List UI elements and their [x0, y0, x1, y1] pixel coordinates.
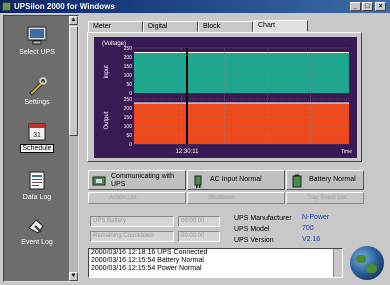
- svg-text:31: 31: [33, 132, 41, 139]
- event-log-list[interactable]: 2000/03/16 12:18:16 UPS Connected 2000/0…: [88, 248, 343, 278]
- y-tick-label: 200: [124, 106, 133, 112]
- remaining-countdown-field: Remaining Countdown: [90, 231, 174, 242]
- y-tick-label: 150: [124, 115, 133, 121]
- maximize-button[interactable]: □: [362, 2, 373, 11]
- ups-manufacturer-label: UPS Manufacturer: [234, 215, 292, 222]
- status-ac-input[interactable]: AC Input Normal: [187, 170, 285, 190]
- scroll-down-icon[interactable]: ▼: [69, 272, 78, 281]
- plug-icon: [92, 174, 106, 188]
- sidebar-item-data-log[interactable]: Data Log: [4, 171, 70, 201]
- sidebar-scrollbar[interactable]: ▲ ▼: [69, 16, 78, 281]
- title-bar: UPSilon 2000 for Windows _ □ ×: [0, 0, 390, 13]
- wrench-icon: [26, 76, 48, 96]
- ups-battery-field: UPS Battery: [90, 216, 174, 227]
- sidebar-item-select-ups[interactable]: Select UPS: [4, 26, 70, 56]
- sidebar-item-label: Schedule: [20, 144, 54, 153]
- sidebar: Select UPS Settings 31 Schedule Data Log…: [3, 15, 79, 282]
- ups-manufacturer-value: N-Power: [302, 214, 330, 221]
- y-tick-label: 250: [124, 46, 133, 52]
- ups-model-value: 700: [302, 225, 314, 232]
- window-title: UPSilon 2000 for Windows: [14, 2, 115, 11]
- globe-icon: [350, 246, 384, 280]
- ups-version-value: V2.16: [302, 236, 321, 243]
- tab-block[interactable]: Block: [198, 21, 253, 32]
- input-axis-label: Input: [104, 65, 110, 79]
- status-ac-text: AC Input Normal: [210, 176, 262, 183]
- data-log-icon: [26, 171, 48, 191]
- app-window: UPSilon 2000 for Windows _ □ × Select UP…: [0, 0, 390, 285]
- sidebar-item-label: Event Log: [21, 239, 53, 246]
- monitor-icon: [26, 26, 48, 46]
- sidebar-item-settings[interactable]: Settings: [4, 76, 70, 106]
- ups-model-row: UPS Model: [234, 225, 269, 234]
- minimize-button[interactable]: _: [350, 2, 361, 11]
- cursor-time-label: 12:30:11: [176, 149, 200, 155]
- y-tick-label: 50: [126, 133, 132, 139]
- output-axis-label: Output: [104, 111, 110, 129]
- y-tick-label: 50: [126, 82, 132, 88]
- tab-chart[interactable]: Chart: [253, 20, 308, 32]
- list-item: 2000/03/16 12:18:16 UPS Connected: [91, 249, 208, 256]
- calendar-icon: 31: [26, 122, 48, 142]
- chart-svg: (Voltage)250200150100500Input25020015010…: [102, 41, 352, 155]
- y-tick-label: 200: [124, 55, 133, 61]
- y-tick-label: 0: [129, 142, 132, 148]
- list-item: 2000/03/16 12:15:54 Battery Normal: [91, 257, 204, 264]
- tab-digital[interactable]: Digital: [143, 21, 198, 32]
- output-series-area: [134, 102, 349, 144]
- event-log-icon: [26, 216, 48, 236]
- sidebar-item-label: Data Log: [22, 194, 52, 201]
- tab-meter[interactable]: Meter: [88, 21, 143, 32]
- sidebar-item-event-log[interactable]: Event Log: [4, 216, 70, 246]
- scroll-thumb[interactable]: [69, 26, 78, 136]
- close-button[interactable]: ×: [375, 2, 386, 11]
- sidebar-item-schedule[interactable]: 31 Schedule: [4, 122, 70, 153]
- ups-manufacturer-row: UPS Manufacturer: [234, 214, 292, 223]
- battery-icon: [290, 174, 304, 188]
- y-tick-label: 100: [124, 73, 133, 79]
- status-comm-text: Communicating with UPS: [111, 173, 175, 188]
- ups-info-panel: UPS Manufacturer N-Power UPS Model 700 U…: [232, 214, 360, 246]
- y-axis-unit-label: (Voltage): [102, 41, 126, 47]
- y-tick-label: 150: [124, 64, 133, 70]
- battery-time-field: 00:00:00: [178, 216, 220, 227]
- voltage-chart: (Voltage) 250 200 150 100 50 0 Input 250 200 150 10…: [94, 37, 357, 158]
- y-tick-label: 100: [124, 124, 133, 130]
- status-communication[interactable]: Communicating with UPS: [88, 170, 186, 190]
- sidebar-item-label: Select UPS: [19, 49, 55, 56]
- ups-version-row: UPS Version: [234, 236, 274, 245]
- action-list-button[interactable]: Action List: [88, 192, 186, 204]
- countdown-time-field: 00:00:00: [178, 231, 220, 242]
- status-battery[interactable]: Battery Normal: [286, 170, 364, 190]
- y-tick-label: 250: [124, 97, 133, 103]
- status-battery-text: Battery Normal: [309, 176, 356, 183]
- shutdown-button[interactable]: Shutdown: [187, 192, 285, 204]
- ups-model-label: UPS Model: [234, 226, 270, 233]
- app-icon: [2, 2, 11, 11]
- input-series-area: [134, 52, 349, 93]
- ups-version-label: UPS Version: [234, 237, 274, 244]
- scroll-up-icon[interactable]: ▲: [69, 16, 78, 25]
- x-axis-label: Time: [341, 149, 352, 155]
- sidebar-item-label: Settings: [24, 99, 50, 106]
- list-item: 2000/03/16 12:15:54 Power Normal: [91, 265, 202, 272]
- tray-event-list-button[interactable]: Tray Event List: [286, 192, 364, 204]
- power-plug-icon: [191, 174, 205, 188]
- log-scrollbar[interactable]: [333, 249, 342, 277]
